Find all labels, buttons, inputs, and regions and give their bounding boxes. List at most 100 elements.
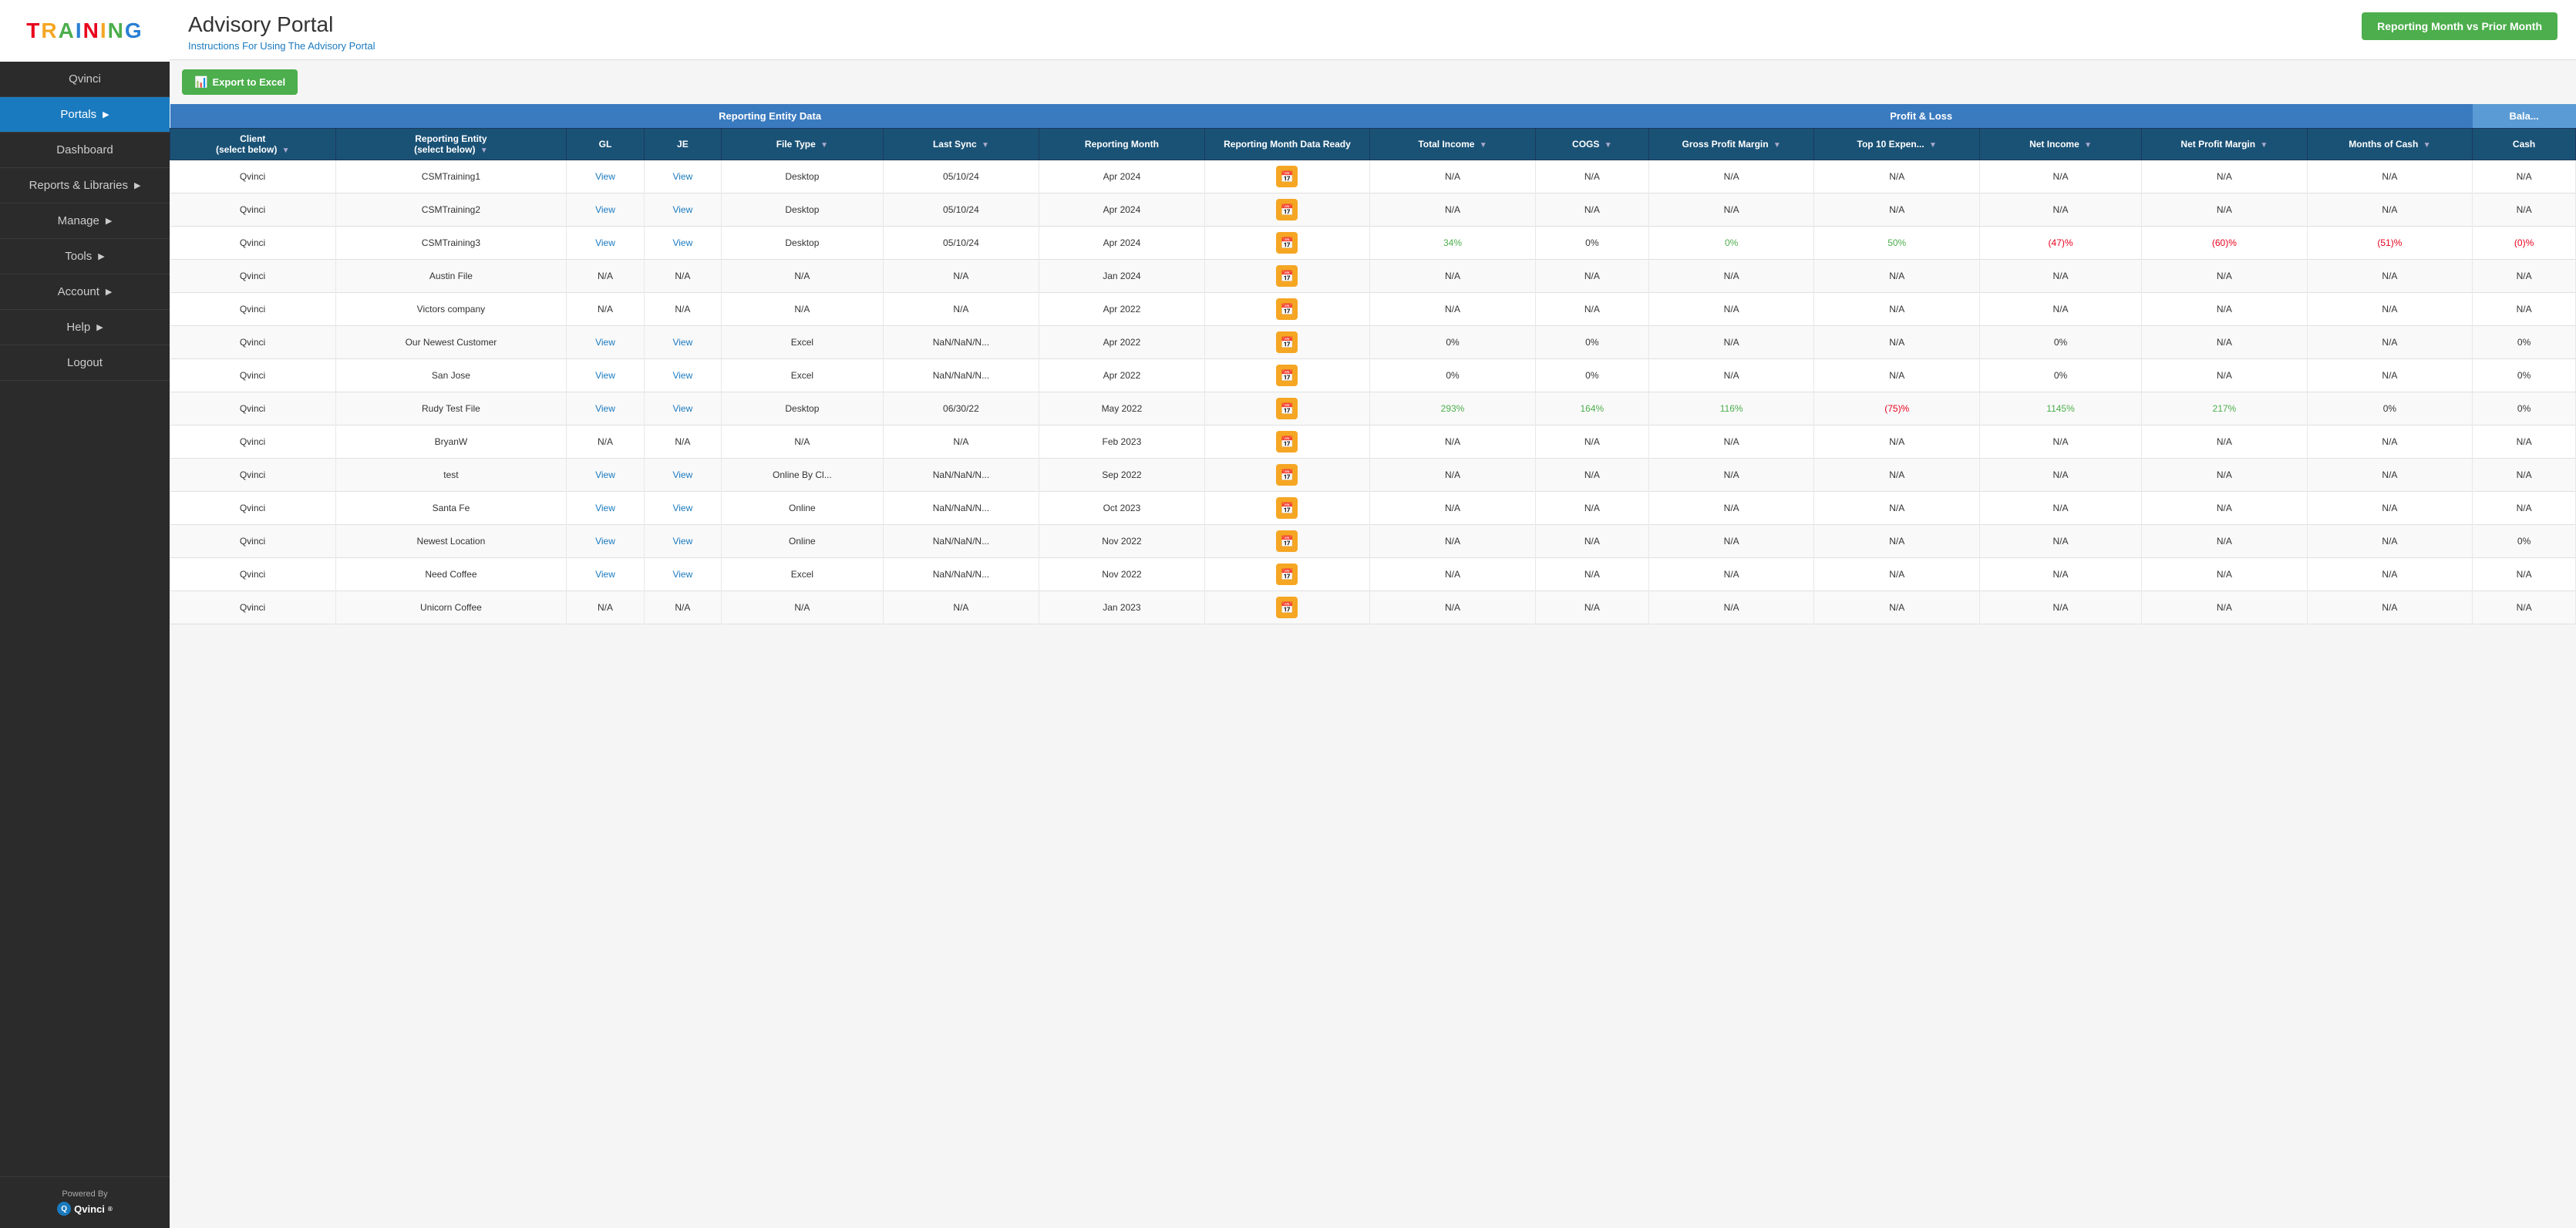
col-cogs[interactable]: COGS ▼ xyxy=(1535,129,1648,160)
table-cell-je[interactable]: View xyxy=(644,459,721,492)
table-cell-data-ready[interactable]: 📅 xyxy=(1204,193,1370,227)
calendar-icon[interactable]: 📅 xyxy=(1276,265,1298,287)
table-cell-gl[interactable]: View xyxy=(567,326,644,359)
calendar-icon[interactable]: 📅 xyxy=(1276,530,1298,552)
table-row[interactable]: QvinciCSMTraining3ViewViewDesktop05/10/2… xyxy=(170,227,2576,260)
calendar-icon[interactable]: 📅 xyxy=(1276,365,1298,386)
table-cell-gl: N/A xyxy=(567,260,644,293)
table-cell-data-ready[interactable]: 📅 xyxy=(1204,160,1370,193)
col-net-profit-margin[interactable]: Net Profit Margin ▼ xyxy=(2142,129,2308,160)
export-excel-button[interactable]: 📊 Export to Excel xyxy=(182,69,298,95)
sidebar-item-manage[interactable]: Manage ▶ xyxy=(0,204,170,239)
table-cell-je[interactable]: View xyxy=(644,160,721,193)
table-cell-data-ready[interactable]: 📅 xyxy=(1204,558,1370,591)
table-cell-gl[interactable]: View xyxy=(567,160,644,193)
table-cell: Excel xyxy=(722,558,884,591)
table-row[interactable]: QvinciNewest LocationViewViewOnlineNaN/N… xyxy=(170,525,2576,558)
table-row[interactable]: QvinciUnicorn CoffeeN/AN/AN/AN/AJan 2023… xyxy=(170,591,2576,624)
data-table-container[interactable]: Reporting Entity Data Profit & Loss Bala… xyxy=(170,104,2576,1228)
table-row[interactable]: QvinciSan JoseViewViewExcelNaN/NaN/N...A… xyxy=(170,359,2576,392)
col-top10[interactable]: Top 10 Expen... ▼ xyxy=(1814,129,1980,160)
calendar-icon[interactable]: 📅 xyxy=(1276,431,1298,453)
col-net-income[interactable]: Net Income ▼ xyxy=(1980,129,2142,160)
table-row[interactable]: QvinciSanta FeViewViewOnlineNaN/NaN/N...… xyxy=(170,492,2576,525)
calendar-icon[interactable]: 📅 xyxy=(1276,331,1298,353)
sidebar-item-tools[interactable]: Tools ▶ xyxy=(0,239,170,274)
table-row[interactable]: QvinciOur Newest CustomerViewViewExcelNa… xyxy=(170,326,2576,359)
table-cell-gl[interactable]: View xyxy=(567,193,644,227)
col-gross-profit[interactable]: Gross Profit Margin ▼ xyxy=(1648,129,1814,160)
sidebar-item-qvinci[interactable]: Qvinci xyxy=(0,62,170,97)
table-cell: N/A xyxy=(883,591,1039,624)
table-cell-je[interactable]: View xyxy=(644,492,721,525)
sidebar-item-reports[interactable]: Reports & Libraries ▶ xyxy=(0,168,170,204)
table-row[interactable]: QvinciAustin FileN/AN/AN/AN/AJan 2024📅N/… xyxy=(170,260,2576,293)
table-cell-financial: 164% xyxy=(1535,392,1648,426)
calendar-icon[interactable]: 📅 xyxy=(1276,564,1298,585)
table-cell-data-ready[interactable]: 📅 xyxy=(1204,426,1370,459)
table-cell-data-ready[interactable]: 📅 xyxy=(1204,591,1370,624)
table-cell-financial: N/A xyxy=(1648,326,1814,359)
table-cell-data-ready[interactable]: 📅 xyxy=(1204,492,1370,525)
calendar-icon[interactable]: 📅 xyxy=(1276,497,1298,519)
table-cell-je[interactable]: View xyxy=(644,227,721,260)
table-row[interactable]: QvinciCSMTraining2ViewViewDesktop05/10/2… xyxy=(170,193,2576,227)
table-cell-data-ready[interactable]: 📅 xyxy=(1204,326,1370,359)
table-cell-gl[interactable]: View xyxy=(567,525,644,558)
table-cell-data-ready[interactable]: 📅 xyxy=(1204,359,1370,392)
calendar-icon[interactable]: 📅 xyxy=(1276,597,1298,618)
calendar-icon[interactable]: 📅 xyxy=(1276,166,1298,187)
table-row[interactable]: QvinciCSMTraining1ViewViewDesktop05/10/2… xyxy=(170,160,2576,193)
table-row[interactable]: QvinciVictors companyN/AN/AN/AN/AApr 202… xyxy=(170,293,2576,326)
col-last-sync[interactable]: Last Sync ▼ xyxy=(883,129,1039,160)
col-months-cash[interactable]: Months of Cash ▼ xyxy=(2307,129,2473,160)
sidebar-item-account[interactable]: Account ▶ xyxy=(0,274,170,310)
main-content: Advisory Portal Instructions For Using T… xyxy=(170,0,2576,1228)
table-cell-data-ready[interactable]: 📅 xyxy=(1204,227,1370,260)
table-cell-financial: N/A xyxy=(1980,525,2142,558)
calendar-icon[interactable]: 📅 xyxy=(1276,232,1298,254)
table-cell-gl[interactable]: View xyxy=(567,227,644,260)
col-total-income[interactable]: Total Income ▼ xyxy=(1370,129,1536,160)
sidebar-item-manage-label: Manage xyxy=(58,214,99,227)
sidebar-item-dashboard[interactable]: Dashboard xyxy=(0,133,170,168)
col-reporting-entity[interactable]: Reporting Entity(select below) ▼ xyxy=(335,129,567,160)
table-row[interactable]: QvincitestViewViewOnline By Cl...NaN/NaN… xyxy=(170,459,2576,492)
col-file-type[interactable]: File Type ▼ xyxy=(722,129,884,160)
table-cell-gl[interactable]: View xyxy=(567,359,644,392)
table-cell-gl[interactable]: View xyxy=(567,392,644,426)
table-cell-je[interactable]: View xyxy=(644,326,721,359)
table-cell: Apr 2022 xyxy=(1039,326,1205,359)
calendar-icon[interactable]: 📅 xyxy=(1276,298,1298,320)
sidebar-item-qvinci-label: Qvinci xyxy=(69,72,101,86)
table-cell: May 2022 xyxy=(1039,392,1205,426)
table-cell-je[interactable]: View xyxy=(644,359,721,392)
table-cell-data-ready[interactable]: 📅 xyxy=(1204,392,1370,426)
table-cell-gl[interactable]: View xyxy=(567,492,644,525)
calendar-icon[interactable]: 📅 xyxy=(1276,199,1298,220)
table-cell-je[interactable]: View xyxy=(644,392,721,426)
col-client[interactable]: Client(select below) ▼ xyxy=(170,129,336,160)
table-cell-financial: N/A xyxy=(1814,193,1980,227)
table-cell-je[interactable]: View xyxy=(644,558,721,591)
table-row[interactable]: QvinciBryanWN/AN/AN/AN/AFeb 2023📅N/AN/AN… xyxy=(170,426,2576,459)
table-row[interactable]: QvinciRudy Test FileViewViewDesktop06/30… xyxy=(170,392,2576,426)
table-cell: Qvinci xyxy=(170,392,336,426)
instructions-link[interactable]: Instructions For Using The Advisory Port… xyxy=(188,40,375,52)
table-cell-data-ready[interactable]: 📅 xyxy=(1204,525,1370,558)
table-cell-je[interactable]: View xyxy=(644,525,721,558)
table-cell-data-ready[interactable]: 📅 xyxy=(1204,459,1370,492)
table-cell-gl[interactable]: View xyxy=(567,558,644,591)
calendar-icon[interactable]: 📅 xyxy=(1276,398,1298,419)
sidebar-item-portals[interactable]: Portals ▶ xyxy=(0,97,170,133)
table-cell-je[interactable]: View xyxy=(644,193,721,227)
table-cell-data-ready[interactable]: 📅 xyxy=(1204,293,1370,326)
calendar-icon[interactable]: 📅 xyxy=(1276,464,1298,486)
table-cell-data-ready[interactable]: 📅 xyxy=(1204,260,1370,293)
table-row[interactable]: QvinciNeed CoffeeViewViewExcelNaN/NaN/N.… xyxy=(170,558,2576,591)
report-month-button[interactable]: Reporting Month vs Prior Month xyxy=(2362,12,2557,40)
sidebar-item-logout[interactable]: Logout xyxy=(0,345,170,381)
sidebar-item-help[interactable]: Help ▶ xyxy=(0,310,170,345)
table-cell-gl[interactable]: View xyxy=(567,459,644,492)
table-cell-financial: N/A xyxy=(2142,359,2308,392)
